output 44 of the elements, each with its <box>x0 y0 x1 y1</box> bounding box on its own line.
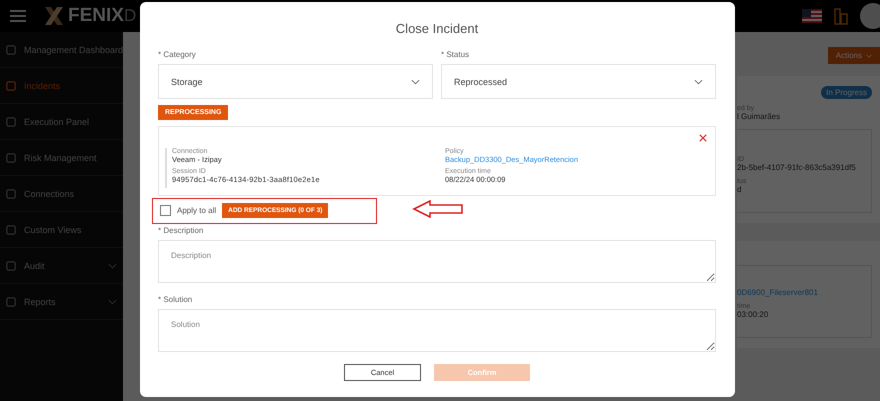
field-value: 2b-5bef-4107-91fc-863c5a391df5 <box>737 163 857 172</box>
chevron-icon <box>694 78 703 84</box>
field-value: 03:00:20 <box>737 310 770 319</box>
menu-item-icon <box>6 80 16 90</box>
menu-item-icon <box>6 224 16 234</box>
sidebar-item[interactable]: Risk Management <box>0 140 123 176</box>
field-value: l Guimarães <box>737 112 782 121</box>
sidebar-item[interactable]: Execution Panel <box>0 104 123 140</box>
menu-item-icon <box>6 116 16 126</box>
logo-icon <box>44 6 64 26</box>
field-label: * Category <box>158 50 197 59</box>
chevron-icon <box>411 78 420 84</box>
checkbox-label: Apply to all <box>177 206 216 215</box>
sidebar-item[interactable]: Audit <box>0 248 123 284</box>
category-dropdown[interactable]: Storage <box>158 64 433 99</box>
sidebar-item[interactable]: Management Dashboard <box>0 32 123 68</box>
close-icon[interactable] <box>699 134 707 142</box>
field-value[interactable]: 0D6900_Fileserver801 <box>737 288 867 297</box>
apply-checkbox[interactable] <box>160 205 171 216</box>
sidebar-item[interactable]: Connections <box>0 176 123 212</box>
status-dropdown[interactable]: Reprocessed <box>441 64 716 99</box>
menu-item-icon <box>6 260 16 270</box>
sidebar-item[interactable]: Reports <box>0 284 123 320</box>
sidebar-item[interactable]: Custom Views <box>0 212 123 248</box>
menu-item-icon <box>6 188 16 198</box>
sidebar-item[interactable]: Incidents <box>0 68 123 104</box>
avatar[interactable] <box>860 3 880 29</box>
menu-item-icon <box>6 296 16 306</box>
actions-button[interactable]: Actions <box>828 47 880 64</box>
menu-icon[interactable] <box>10 10 26 22</box>
dialog-title: Close Incident <box>394 21 480 36</box>
field-value: d <box>737 185 742 194</box>
solution-field[interactable]: Solution <box>158 309 716 352</box>
menu-item-icon <box>6 152 16 162</box>
chevron-icon <box>866 54 872 58</box>
status-badge: In Progress <box>821 86 872 99</box>
flag-icon[interactable] <box>802 9 822 23</box>
brand-name: FENIX <box>68 5 124 27</box>
field-label: * Description <box>158 226 204 235</box>
field-label: * Solution <box>158 295 194 304</box>
description-field[interactable]: Description <box>158 240 716 283</box>
arrow-icon <box>412 200 464 218</box>
field-label: * Status <box>441 50 470 59</box>
menu-item-icon <box>6 44 16 54</box>
